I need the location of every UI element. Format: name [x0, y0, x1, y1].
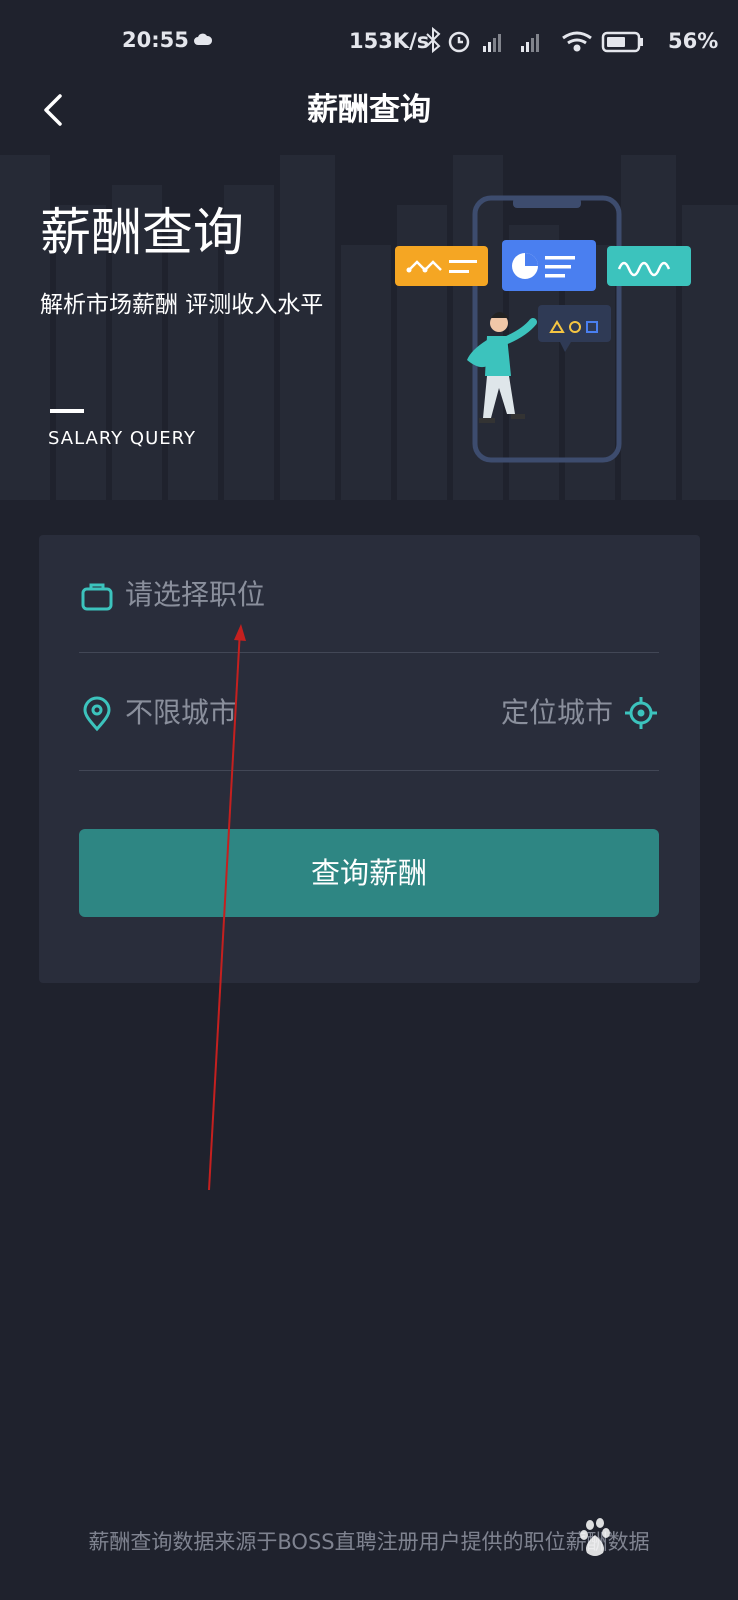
battery-icon [601, 31, 643, 53]
status-time: 20:55 [122, 28, 189, 52]
locate-city-button[interactable]: 定位城市 [501, 693, 613, 733]
signal-icon-2 [521, 34, 539, 52]
alarm-icon [448, 31, 470, 53]
bluetooth-icon [426, 26, 441, 54]
hero-subtitle: 解析市场薪酬 评测收入水平 [40, 292, 324, 318]
salary-query-card: 请选择职位 不限城市 定位城市 查询薪酬 [39, 535, 700, 983]
crosshair-locate-icon[interactable] [623, 695, 659, 731]
network-speed: 153K/s [349, 29, 430, 53]
city-value: 不限城市 [125, 696, 238, 729]
page-title: 薪酬查询 [307, 92, 431, 128]
battery-percent: 56% [668, 29, 719, 53]
briefcase-icon [81, 583, 113, 611]
baidu-watermark [580, 1518, 610, 1556]
status-bar: 20:55 153K/s 56% [0, 0, 738, 80]
cloud-icon [194, 33, 213, 45]
status-icons [426, 26, 643, 54]
salary-illustration [395, 195, 691, 463]
signal-icon-1 [483, 34, 501, 52]
wifi-icon [562, 31, 592, 52]
city-select-field[interactable]: 不限城市 定位城市 [79, 653, 659, 771]
hero-english-label: SALARY QUERY [48, 428, 196, 449]
location-pin-icon [83, 696, 111, 732]
job-select-field[interactable]: 请选择职位 [79, 535, 659, 653]
hero-title: 薪酬查询 [40, 204, 245, 263]
job-placeholder: 请选择职位 [125, 578, 266, 611]
query-salary-button[interactable]: 查询薪酬 [79, 829, 659, 917]
hero-divider [50, 409, 84, 413]
